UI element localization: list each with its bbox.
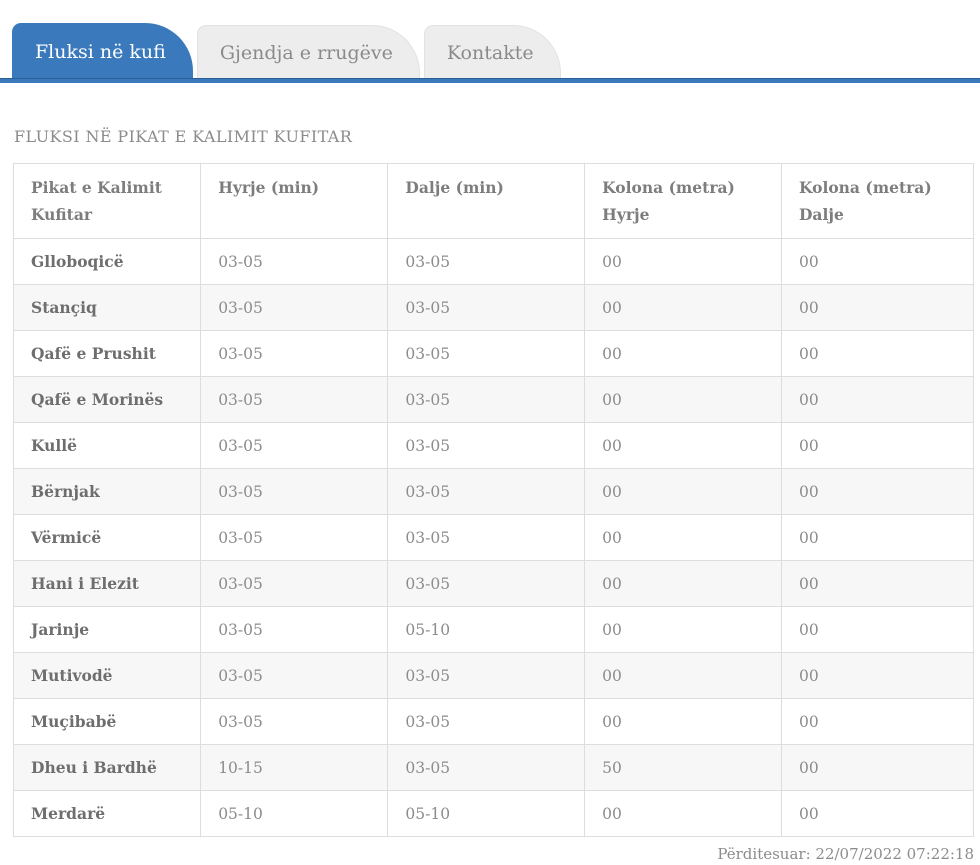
table-cell-value: 10-15 bbox=[200, 744, 389, 792]
table-cell-value: 00 bbox=[780, 560, 975, 608]
tab-gjendja-e-rrugeve[interactable]: Gjendja e rrugëve bbox=[196, 25, 420, 78]
table-cell-value: 00 bbox=[584, 468, 782, 516]
table-cell-value: 03-05 bbox=[200, 698, 389, 746]
crossing-point-name: Hani i Elezit bbox=[12, 560, 202, 608]
table-cell-value: 00 bbox=[780, 790, 975, 838]
tab-bar: Fluksi në kufi Gjendja e rrugëve Kontakt… bbox=[0, 23, 980, 78]
table-cell-value: 00 bbox=[780, 284, 975, 332]
table-cell-value: 00 bbox=[584, 514, 782, 562]
crossing-point-name: Bërnjak bbox=[12, 468, 202, 516]
table-cell-value: 00 bbox=[780, 376, 975, 424]
table-cell-value: 03-05 bbox=[387, 284, 586, 332]
table-row: Hani i Elezit 03-05 03-05 00 00 bbox=[12, 560, 975, 608]
crossing-point-name: Stançiq bbox=[12, 284, 202, 332]
table-cell-value: 00 bbox=[780, 606, 975, 654]
table-cell-value: 00 bbox=[584, 560, 782, 608]
table-row: Qafë e Prushit 03-05 03-05 00 00 bbox=[12, 330, 975, 378]
table-row: Qafë e Morinës 03-05 03-05 00 00 bbox=[12, 376, 975, 424]
table-cell-value: 03-05 bbox=[387, 744, 586, 792]
table-cell-value: 03-05 bbox=[200, 560, 389, 608]
table-row: Mutivodë 03-05 03-05 00 00 bbox=[12, 652, 975, 700]
table-cell-value: 00 bbox=[780, 422, 975, 470]
table-cell-value: 03-05 bbox=[387, 514, 586, 562]
table-cell-value: 00 bbox=[584, 330, 782, 378]
crossing-point-name: Muçibabë bbox=[12, 698, 202, 746]
crossing-point-name: Dheu i Bardhë bbox=[12, 744, 202, 792]
table-cell-value: 00 bbox=[584, 376, 782, 424]
column-header-entry-min: Hyrje (min) bbox=[200, 162, 389, 240]
table-cell-value: 03-05 bbox=[387, 376, 586, 424]
table-cell-value: 03-05 bbox=[200, 238, 389, 286]
table-cell-value: 03-05 bbox=[200, 468, 389, 516]
table-cell-value: 03-05 bbox=[200, 284, 389, 332]
table-cell-value: 03-05 bbox=[387, 698, 586, 746]
crossing-point-name: Qafë e Prushit bbox=[12, 330, 202, 378]
table-cell-value: 00 bbox=[584, 606, 782, 654]
table-cell-value: 03-05 bbox=[387, 422, 586, 470]
tab-fluksi-ne-kufi[interactable]: Fluksi në kufi bbox=[12, 23, 193, 78]
table-row: Merdarë 05-10 05-10 00 00 bbox=[12, 790, 975, 838]
main-content: FLUKSI NË PIKAT E KALIMIT KUFITAR Pikat … bbox=[0, 127, 980, 863]
tab-kontakte[interactable]: Kontakte bbox=[423, 25, 561, 78]
table-cell-value: 05-10 bbox=[387, 790, 586, 838]
table-row: Dheu i Bardhë 10-15 03-05 50 00 bbox=[12, 744, 975, 792]
table-body: Glloboqicë 03-05 03-05 00 00 Stançiq 03-05 03-0… bbox=[12, 238, 975, 838]
table-cell-value: 00 bbox=[584, 422, 782, 470]
table-cell-value: 05-10 bbox=[200, 790, 389, 838]
table-cell-value: 00 bbox=[780, 468, 975, 516]
page-title: FLUKSI NË PIKAT E KALIMIT KUFITAR bbox=[14, 127, 353, 146]
crossing-point-name: Merdarë bbox=[12, 790, 202, 838]
table-cell-value: 03-05 bbox=[387, 330, 586, 378]
table-cell-value: 00 bbox=[584, 790, 782, 838]
page: Fluksi në kufi Gjendja e rrugëve Kontakt… bbox=[0, 0, 980, 865]
tab-underline bbox=[0, 78, 980, 83]
table-row: Bërnjak 03-05 03-05 00 00 bbox=[12, 468, 975, 516]
last-updated-timestamp: Përditesuar: 22/07/2022 07:22:18 bbox=[717, 845, 974, 864]
table-cell-value: 00 bbox=[584, 284, 782, 332]
column-header-crossing-points: Pikat e Kalimit Kufitar bbox=[12, 162, 202, 240]
crossing-point-name: Jarinje bbox=[12, 606, 202, 654]
table-cell-value: 03-05 bbox=[387, 560, 586, 608]
table-row: Vërmicë 03-05 03-05 00 00 bbox=[12, 514, 975, 562]
table-cell-value: 00 bbox=[780, 744, 975, 792]
table-cell-value: 03-05 bbox=[200, 422, 389, 470]
table-cell-value: 00 bbox=[584, 652, 782, 700]
column-header-queue-entry: Kolona (metra) Hyrje bbox=[584, 162, 782, 240]
table-cell-value: 00 bbox=[584, 698, 782, 746]
table-cell-value: 00 bbox=[780, 698, 975, 746]
table-cell-value: 03-05 bbox=[200, 330, 389, 378]
table-row: Kullë 03-05 03-05 00 00 bbox=[12, 422, 975, 470]
table-row: Stançiq 03-05 03-05 00 00 bbox=[12, 284, 975, 332]
crossing-point-name: Vërmicë bbox=[12, 514, 202, 562]
table-cell-value: 00 bbox=[780, 514, 975, 562]
table-cell-value: 03-05 bbox=[200, 514, 389, 562]
table-row: Muçibabë 03-05 03-05 00 00 bbox=[12, 698, 975, 746]
table-cell-value: 03-05 bbox=[387, 652, 586, 700]
table-cell-value: 00 bbox=[780, 330, 975, 378]
table-row: Jarinje 03-05 05-10 00 00 bbox=[12, 606, 975, 654]
table-cell-value: 50 bbox=[584, 744, 782, 792]
table-cell-value: 05-10 bbox=[387, 606, 586, 654]
table-cell-value: 03-05 bbox=[387, 238, 586, 286]
table-cell-value: 00 bbox=[780, 652, 975, 700]
column-header-exit-min: Dalje (min) bbox=[387, 162, 586, 240]
crossing-point-name: Kullë bbox=[12, 422, 202, 470]
table-cell-value: 03-05 bbox=[200, 376, 389, 424]
table-header-row: Pikat e Kalimit Kufitar Hyrje (min) Dalj… bbox=[12, 162, 975, 240]
crossing-point-name: Glloboqicë bbox=[12, 238, 202, 286]
table-cell-value: 00 bbox=[584, 238, 782, 286]
crossing-point-name: Mutivodë bbox=[12, 652, 202, 700]
border-flow-table: Pikat e Kalimit Kufitar Hyrje (min) Dalj… bbox=[12, 162, 975, 838]
column-header-queue-exit: Kolona (metra) Dalje bbox=[780, 162, 975, 240]
table-row: Glloboqicë 03-05 03-05 00 00 bbox=[12, 238, 975, 286]
table-cell-value: 03-05 bbox=[200, 652, 389, 700]
table-cell-value: 03-05 bbox=[387, 468, 586, 516]
table-cell-value: 00 bbox=[780, 238, 975, 286]
table-cell-value: 03-05 bbox=[200, 606, 389, 654]
crossing-point-name: Qafë e Morinës bbox=[12, 376, 202, 424]
